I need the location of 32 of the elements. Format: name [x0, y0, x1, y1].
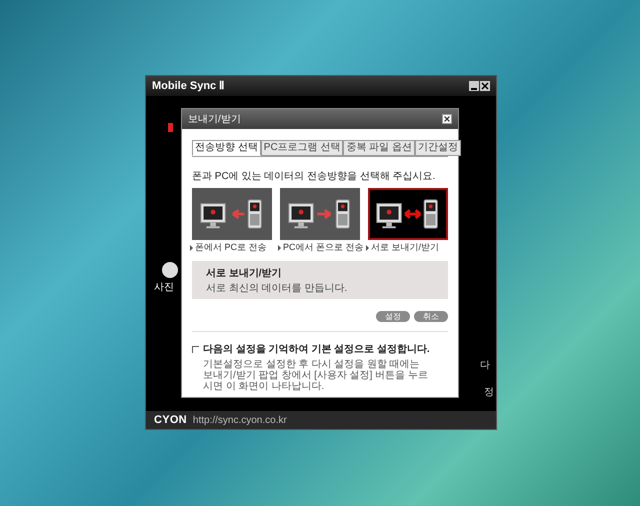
option-label: PC에서 폰으로 전송 — [283, 241, 364, 254]
tab[interactable]: 중복 파일 옵션 — [343, 140, 416, 156]
close-button[interactable] — [442, 114, 452, 124]
bullet-icon — [278, 244, 281, 251]
option-label: 서로 보내기/받기 — [371, 241, 440, 254]
close-icon — [480, 81, 490, 91]
brand-logo: CYON — [154, 412, 187, 428]
menu-label: 사진 — [154, 281, 175, 295]
instruction-text: 폰과 PC에 있는 데이터의 전송방향을 선택해 주십시요. — [192, 170, 436, 184]
panel-text: 다 — [480, 359, 490, 373]
option-label: 폰에서 PC로 전송 — [195, 241, 267, 254]
status-icon — [168, 123, 173, 132]
direction-option[interactable] — [192, 188, 272, 240]
minimize-button[interactable] — [469, 81, 479, 91]
description-title: 서로 보내기/받기 — [206, 266, 283, 280]
checkbox-label: 다음의 설정을 기억하여 기본 설정으로 설정합니다. — [203, 342, 430, 356]
bullet-icon — [366, 244, 369, 251]
tab[interactable]: 기간설정 — [415, 140, 462, 156]
close-button[interactable] — [480, 81, 490, 91]
window-title: Mobile Sync Ⅱ — [152, 78, 224, 94]
url-text: http://sync.cyon.co.kr — [192, 414, 287, 428]
tab[interactable]: PC프로그램 선택 — [260, 140, 344, 156]
close-icon — [443, 115, 451, 123]
photo-icon — [162, 262, 178, 278]
bullet-icon — [190, 244, 193, 251]
option-text: 정 — [484, 386, 494, 400]
dialog-title: 보내기/받기 — [188, 112, 241, 126]
description-text: 서로 최신의 데이터를 만듭니다. — [206, 282, 348, 296]
direction-option[interactable] — [368, 188, 448, 240]
direction-option[interactable] — [280, 188, 360, 240]
tab[interactable]: 전송방향 선택 — [192, 140, 261, 156]
note-text: 기본설정으로 설정한 후 다시 설정을 원할 때에는 보내기/받기 팝업 창에서 [사용자 설정] 버튼을 누르시면 이 화면이 나타납니다. — [202, 358, 430, 392]
